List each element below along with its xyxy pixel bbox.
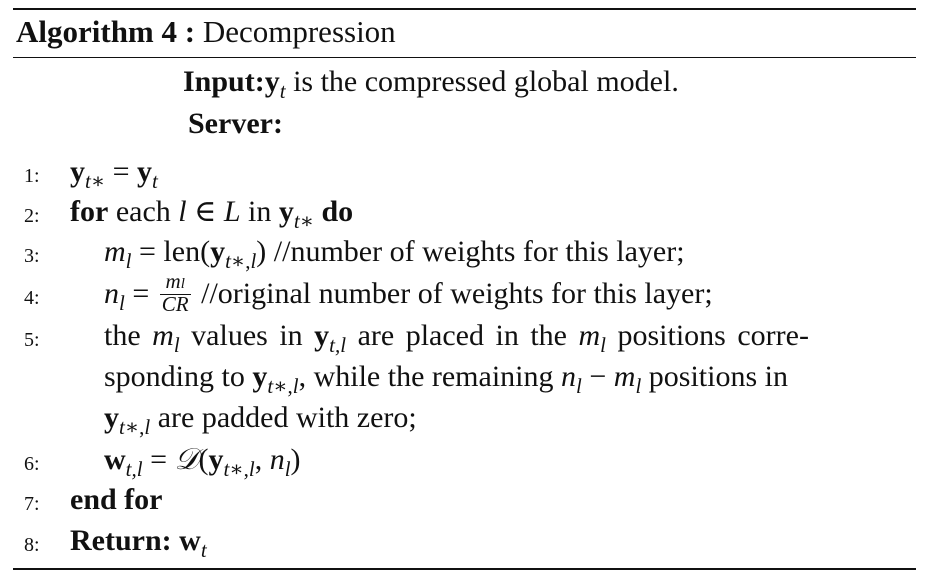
math-y: y [264,65,280,98]
line-code: sponding to yt∗,l, while the remaining n… [104,360,788,398]
bottom-rule [13,568,916,570]
keyword-do: do [321,195,354,228]
line-number: 5: [24,329,40,351]
keyword-for: for [70,195,109,228]
line-number: 8: [24,534,40,556]
algorithm-name: Decompression [202,14,396,49]
input-label: Input: [183,65,265,98]
line-code: Return: wt [70,524,207,562]
header-rule [13,57,916,58]
line-comment: //original number of weights for this la… [201,277,713,310]
line-comment: //number of weights for this layer; [273,235,685,268]
line-code: ml = len(yt∗,l) //number of weights for … [104,235,685,273]
algorithm-title: Algorithm 4 : Decompression [16,12,396,52]
text-each: each [108,195,179,228]
algorithm-label: Algorithm 4 : [16,14,196,49]
line-code: end for [70,483,163,516]
line-number: 6: [24,453,40,475]
fraction: ml CR [159,269,191,317]
line-number: 1: [24,165,40,187]
line-number: 2: [24,205,40,227]
top-rule [13,8,916,10]
server-label: Server: [188,107,283,140]
line-number: 4: [24,287,40,309]
line-code: the ml values in yt,l are placed in the … [104,319,809,357]
line-number: 7: [24,493,40,515]
line-code: yt∗,l are padded with zero; [104,401,417,439]
text-in: in [240,195,279,228]
line-code: nl = ml CR //original number of weights f… [104,269,713,317]
line-number: 3: [24,245,40,267]
input-description: is the compressed global model. [285,65,679,98]
